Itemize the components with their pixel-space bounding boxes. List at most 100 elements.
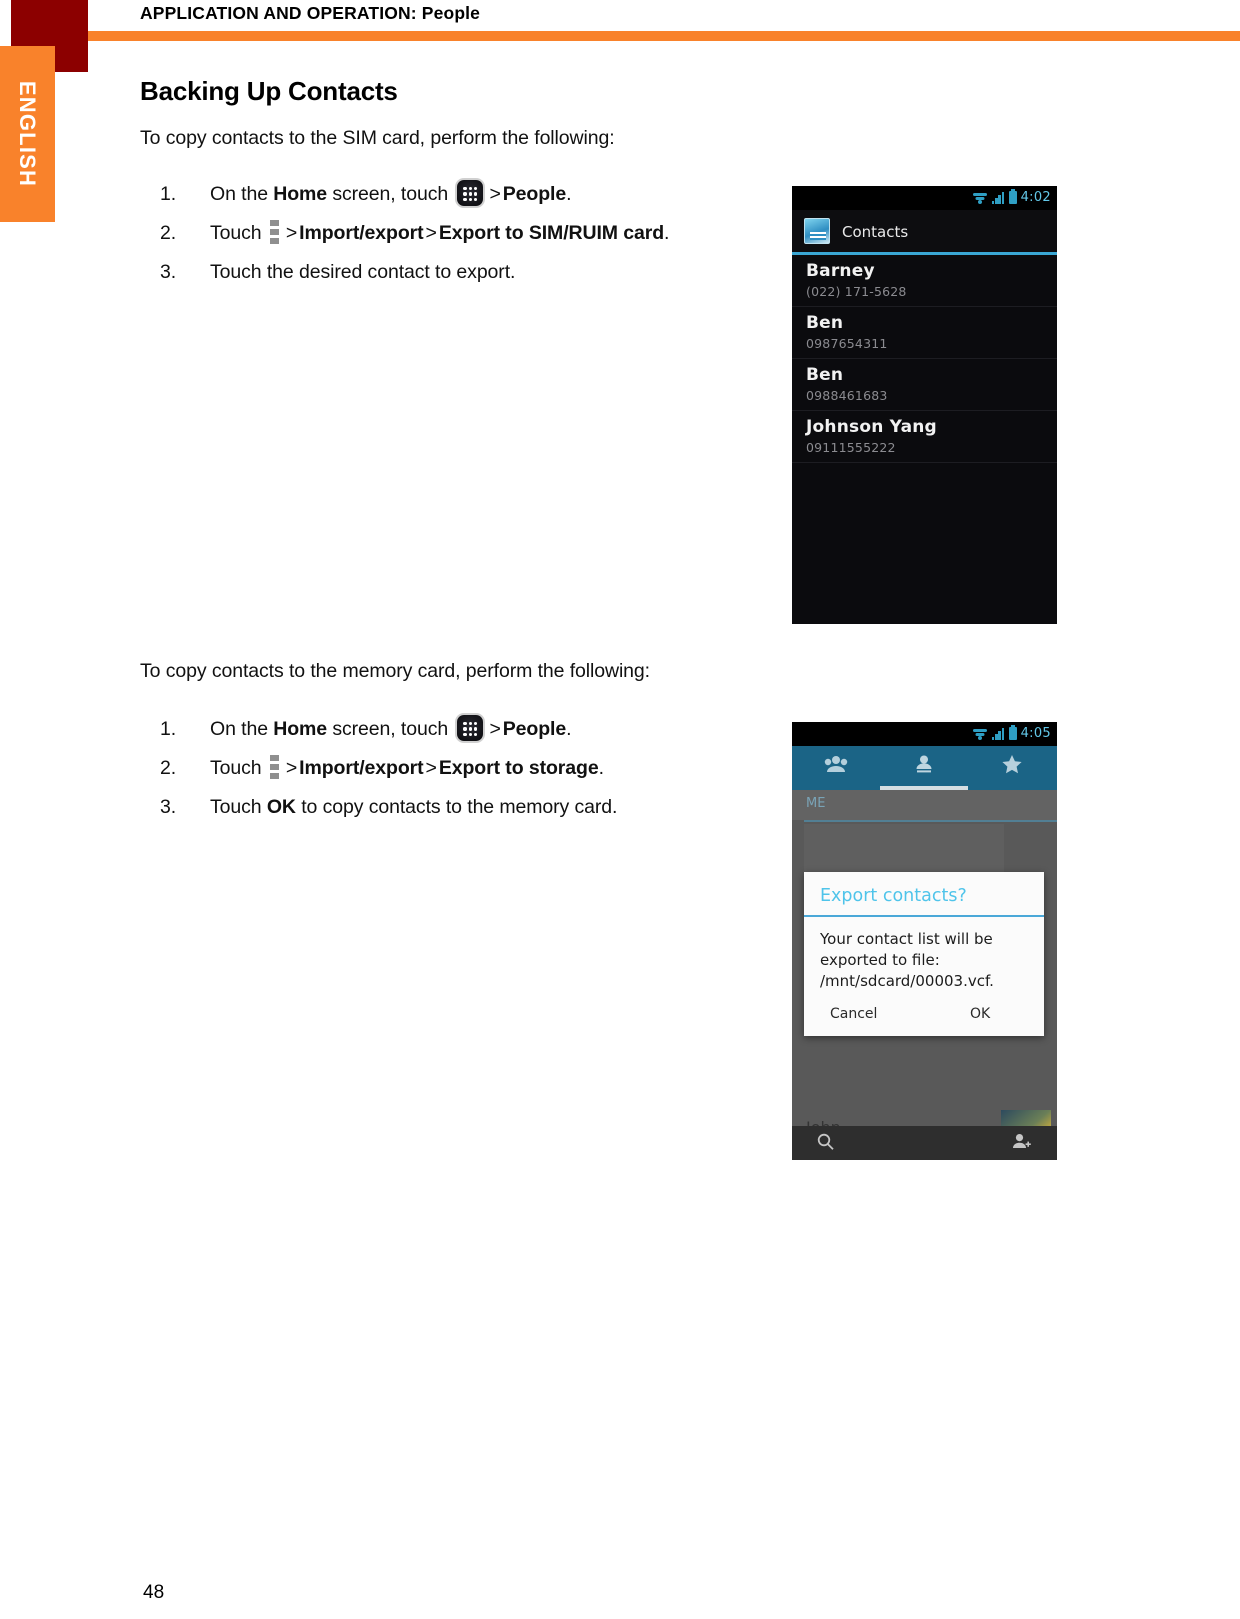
search-icon[interactable] [816,1132,836,1157]
list-item: 3. Touch OK to copy contacts to the memo… [160,791,780,823]
favorites-tab-icon [1002,755,1022,774]
manual-page: APPLICATION AND OPERATION: People ENGLIS… [0,0,1240,1619]
status-bar-clock: 4:02 [1020,190,1051,205]
step-text-part: screen, touch [327,183,454,205]
step-bold-ok: OK [266,796,296,818]
screenshot-contacts-list: 4:02 Contacts Barney (022) 171-5628 Ben … [792,186,1057,624]
add-contact-icon[interactable] [1011,1132,1031,1157]
table-row[interactable]: Ben 0987654311 [792,307,1057,359]
overflow-menu-icon [269,218,279,244]
dialog-buttons: Cancel OK [804,996,1044,1036]
wifi-icon [973,728,988,740]
contacts-list: Barney (022) 171-5628 Ben 0987654311 Ben… [792,255,1057,624]
step-number: 3. [160,261,177,283]
contacts-app-icon [804,218,830,244]
list-item: 1. On the Home screen, touch > People. [160,178,780,210]
wifi-icon [973,192,988,204]
status-bar: 4:02 [792,186,1057,210]
contacts-tab[interactable] [880,754,967,774]
action-bar: Contacts [792,210,1057,252]
dialog-message: Your contact list will be exported to fi… [820,930,994,990]
profile-card-placeholder [804,824,1004,878]
step-number: 2. [160,757,177,779]
step-number: 1. [160,183,177,205]
step-bold-import-export: Import/export [299,222,424,244]
me-section-rule [804,820,1057,822]
groups-tab-icon [824,756,847,772]
step-text-part: Touch [210,757,267,779]
step-separator: > [425,222,437,244]
step-number: 2. [160,222,177,244]
step-bold-import-export: Import/export [299,757,424,779]
step-bold-home: Home [273,718,328,740]
step-bold-people: People [502,183,567,205]
intro-paragraph-sim: To copy contacts to the SIM card, perfor… [140,127,615,149]
list-item: 3. Touch the desired contact to export. [160,256,780,288]
status-bar-icons: 4:02 [973,189,1051,205]
list-item: 1. On the Home screen, touch > People. [160,713,780,745]
step-text-part: screen, touch [327,718,454,740]
page-number: 48 [143,1582,165,1603]
table-row[interactable]: Ben 0988461683 [792,359,1057,411]
contact-number: 0987654311 [806,336,888,351]
contact-name: Ben [806,313,844,333]
contact-name: Ben [806,365,844,385]
status-bar-icons: 4:05 [973,725,1051,741]
step-separator: > [425,757,437,779]
contacts-tab-icon [916,755,932,773]
signal-icon [991,727,1005,740]
cancel-button[interactable]: Cancel [830,1006,970,1022]
apps-grid-icon [457,715,484,741]
step-bold-export-storage: Export to storage [438,757,599,779]
contact-number: (022) 171-5628 [806,284,907,299]
steps-list-sim: 1. On the Home screen, touch > People. 2.… [160,178,780,295]
contact-number: 09111555222 [806,440,896,455]
list-item: 2. Touch > Import/export > Export to storag… [160,752,780,784]
step-separator: > [285,757,298,779]
overflow-menu-icon [269,753,279,779]
table-row[interactable]: Johnson Yang 09111555222 [792,411,1057,463]
tab-bar [792,746,1057,790]
step-text-part: On the [210,718,274,740]
step-text: Touch the desired contact to export. [210,261,516,283]
step-bold-home: Home [273,183,328,205]
export-contacts-dialog: Export contacts? Your contact list will … [804,872,1044,1036]
steps-list-memory: 1. On the Home screen, touch > People. 2.… [160,713,780,830]
contact-name: Johnson Yang [806,417,937,437]
step-text-part: to copy contacts to the memory card. [295,796,618,818]
step-number: 1. [160,718,177,740]
status-bar-clock: 4:05 [1020,726,1051,741]
status-bar: 4:05 [792,722,1057,746]
header-accent-rule [88,31,1240,41]
contact-number: 0988461683 [806,388,888,403]
language-tab-label: ENGLISH [15,80,40,188]
step-bold-people: People [502,718,567,740]
table-row[interactable]: Barney (022) 171-5628 [792,255,1057,307]
step-text-part: . [598,757,604,779]
bottom-action-bar [792,1126,1057,1160]
step-text-part: Touch [210,796,267,818]
ok-button[interactable]: OK [970,1006,990,1022]
contact-name: Barney [806,261,875,281]
step-bold-export-sim: Export to SIM/RUIM card [438,222,665,244]
step-text-part: . [566,718,572,740]
screenshot-export-dialog: 4:05 ME Export contacts? Your contact li… [792,722,1057,1160]
step-text-part: . [566,183,572,205]
battery-icon [1008,725,1017,740]
apps-grid-icon [457,180,484,206]
step-number: 3. [160,796,177,818]
action-bar-title: Contacts [842,223,909,241]
me-section-row: ME [792,790,1057,820]
groups-tab[interactable] [792,754,879,774]
step-text-part: Touch [210,222,267,244]
favorites-tab[interactable] [968,754,1055,774]
step-separator: > [489,718,501,740]
signal-icon [991,191,1005,204]
me-section-label: ME [806,796,826,811]
step-separator: > [285,222,298,244]
list-item: 2. Touch > Import/export > Export to SIM/RU… [160,217,780,249]
running-head: APPLICATION AND OPERATION: People [140,3,481,23]
language-tab: ENGLISH [0,46,55,222]
step-separator: > [489,183,501,205]
battery-icon [1008,189,1017,204]
